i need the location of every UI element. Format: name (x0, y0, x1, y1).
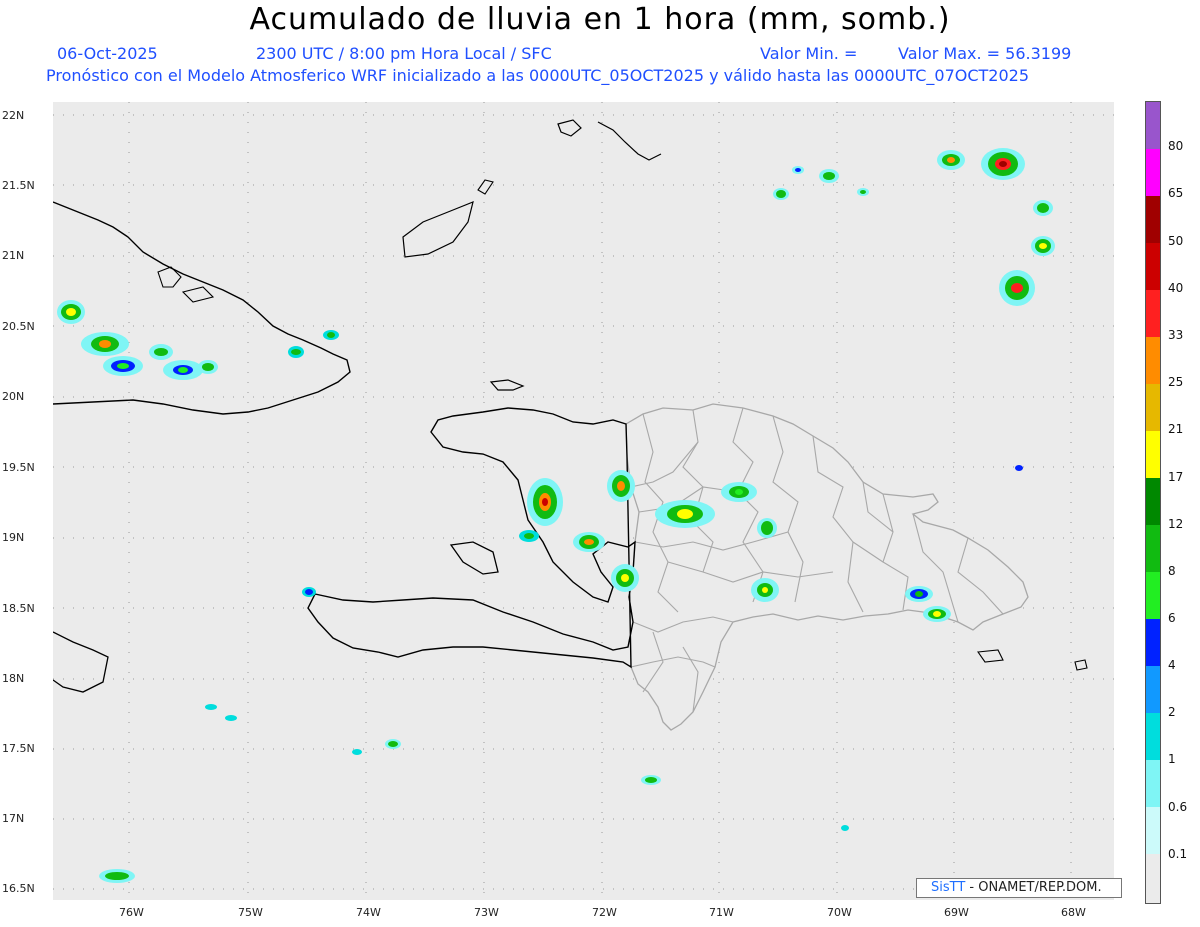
lat-label: 19N (2, 531, 25, 544)
lat-label: 18N (2, 672, 25, 685)
valid-time: 2300 UTC / 8:00 pm Hora Local / SFC (256, 44, 552, 63)
colorbar-label: 2 (1168, 705, 1176, 719)
colorbar-label: 33 (1168, 328, 1184, 342)
map-panel (53, 102, 1114, 900)
credit-box: SisTT - ONAMET/REP.DOM. (916, 878, 1122, 898)
colorbar-label: 1 (1168, 752, 1176, 766)
colorbar-segment (1146, 149, 1160, 196)
colorbar-segment (1146, 290, 1160, 337)
colorbar-segment (1146, 243, 1160, 290)
lon-label: 68W (1061, 906, 1086, 919)
colorbar-label: 0.6 (1168, 800, 1188, 814)
colorbar-segment (1146, 807, 1160, 854)
colorbar-label: 25 (1168, 375, 1184, 389)
lat-label: 17.5N (2, 742, 35, 755)
lat-label: 21N (2, 249, 25, 262)
inagua-island (402, 201, 474, 258)
lon-label: 74W (356, 906, 381, 919)
forecast-date: 06-Oct-2025 (57, 44, 158, 63)
gonave-island (449, 541, 499, 575)
lat-label: 19.5N (2, 461, 35, 474)
colorbar-label: 65 (1168, 186, 1184, 200)
lat-label: 22N (2, 109, 25, 122)
colorbar-label: 0.1 (1168, 847, 1188, 861)
lat-label: 17N (2, 812, 25, 825)
bahamas-islet (477, 179, 494, 195)
min-value: Valor Min. = (760, 44, 858, 63)
colorbar-segment (1146, 854, 1160, 903)
colorbar-label: 80 (1168, 139, 1184, 153)
map-canvas (53, 102, 1114, 900)
lon-label: 72W (592, 906, 617, 919)
lon-label: 76W (119, 906, 144, 919)
lat-label: 21.5N (2, 179, 35, 192)
jamaica (53, 631, 109, 693)
dominican-republic (625, 403, 1029, 731)
colorbar-label: 6 (1168, 611, 1176, 625)
max-value: Valor Max. = 56.3199 (898, 44, 1072, 63)
chart-title: Acumulado de lluvia en 1 hora (mm, somb.… (249, 2, 951, 37)
colorbar-segment (1146, 572, 1160, 619)
colorbar-segment (1146, 431, 1160, 478)
lat-label: 16.5N (2, 882, 35, 895)
colorbar-label: 4 (1168, 658, 1176, 672)
cuba-keys (157, 266, 215, 303)
colorbar-label: 21 (1168, 422, 1184, 436)
colorbar (1145, 101, 1161, 904)
lat-label: 20N (2, 390, 25, 403)
colorbar-segment (1146, 525, 1160, 572)
lon-label: 73W (474, 906, 499, 919)
colorbar-segment (1146, 337, 1160, 384)
turks-caicos (557, 119, 662, 161)
model-info: Pronóstico con el Modelo Atmosferico WRF… (46, 66, 1030, 85)
credit-text: - ONAMET/REP.DOM. (965, 880, 1102, 895)
colorbar-segment (1146, 102, 1160, 149)
colorbar-segment (1146, 478, 1160, 525)
credit-brand: SisTT (931, 880, 966, 895)
tortuga-island (489, 379, 525, 391)
colorbar-label: 40 (1168, 281, 1184, 295)
lon-label: 71W (709, 906, 734, 919)
lat-label: 18.5N (2, 602, 35, 615)
lon-label: 70W (827, 906, 852, 919)
colorbar-segment (1146, 619, 1160, 666)
cuba (53, 201, 351, 415)
colorbar-segment (1146, 760, 1160, 807)
colorbar-label: 50 (1168, 234, 1184, 248)
lon-label: 75W (238, 906, 263, 919)
lon-label: 69W (944, 906, 969, 919)
colorbar-segment (1146, 384, 1160, 431)
colorbar-label: 8 (1168, 564, 1176, 578)
colorbar-label: 12 (1168, 517, 1184, 531)
colorbar-label: 17 (1168, 470, 1184, 484)
colorbar-segment (1146, 713, 1160, 760)
colorbar-segment (1146, 196, 1160, 243)
colorbar-segment (1146, 666, 1160, 713)
lat-label: 20.5N (2, 320, 35, 333)
